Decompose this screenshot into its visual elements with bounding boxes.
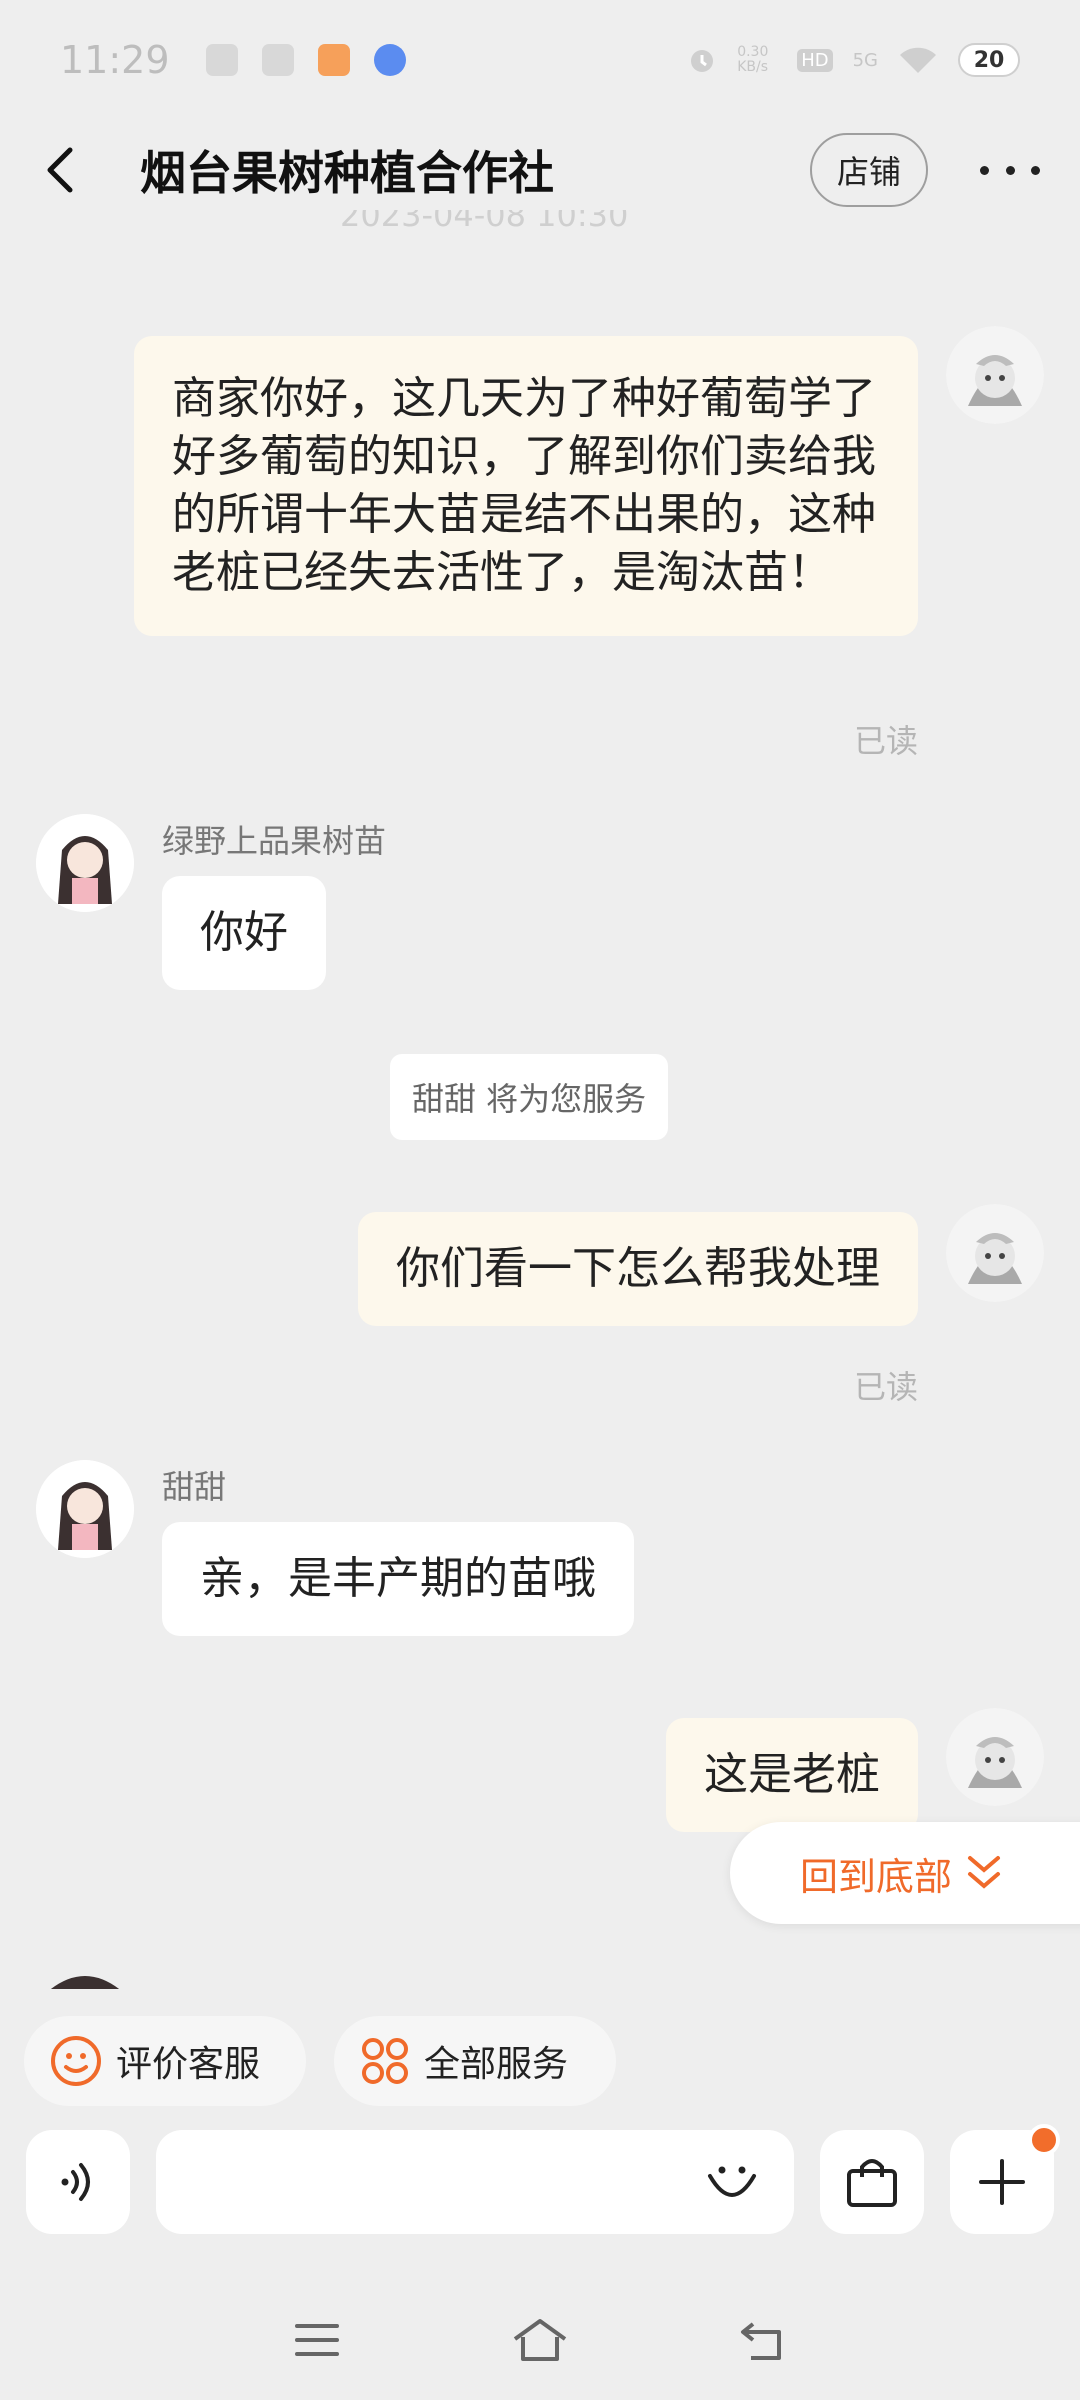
back-arrow-icon[interactable] — [40, 146, 80, 194]
read-status: 已读 — [853, 1368, 918, 1406]
service-avatar[interactable] — [36, 1460, 134, 1558]
my-avatar[interactable] — [946, 326, 1044, 424]
nav-bar: 烟台果树种植合作社 店铺 — [0, 120, 1080, 220]
mail-icon — [261, 44, 294, 76]
next-message-peek — [0, 1965, 1080, 1989]
timestamp-partial: 2023-04-08 10:30 — [340, 210, 629, 234]
taobao-icon — [317, 44, 350, 76]
notification-dot — [1028, 2124, 1060, 2156]
battery-indicator: 20 — [958, 43, 1020, 77]
status-app-icons — [205, 44, 406, 76]
back-to-bottom-button[interactable]: 回到底部 — [730, 1822, 1080, 1924]
wifi-icon — [900, 47, 936, 73]
wechat-icon — [205, 44, 238, 76]
message-input[interactable] — [156, 2130, 794, 2234]
status-bar: 11:29 0.30 KB/s HD 5G 20 — [0, 0, 1080, 120]
page-title: 烟台果树种植合作社 — [140, 146, 554, 200]
alarm-icon — [691, 50, 714, 72]
back-to-bottom-label: 回到底部 — [800, 1854, 953, 1899]
grid-icon — [362, 2038, 408, 2084]
other-message-bubble[interactable]: 亲，是丰产期的苗哦 — [162, 1522, 634, 1636]
system-nav-bar — [0, 2280, 1080, 2400]
merchant-avatar[interactable] — [36, 814, 134, 912]
other-message-bubble[interactable]: 你好 — [162, 876, 326, 990]
message-text: 这是老桩 — [704, 1749, 880, 1800]
my-message-bubble[interactable]: 商家你好，这几天为了种好葡萄学了好多葡萄的知识，了解到你们卖给我的所谓十年大苗是… — [134, 336, 918, 636]
read-status: 已读 — [853, 722, 918, 760]
sender-name: 绿野上品果树苗 — [162, 822, 387, 860]
rate-service-label: 评价客服 — [116, 2044, 261, 2085]
home-icon[interactable] — [511, 2317, 569, 2363]
message-text: 你们看一下怎么帮我处理 — [396, 1243, 880, 1294]
my-message-bubble[interactable]: 你们看一下怎么帮我处理 — [358, 1212, 918, 1326]
browser-icon — [373, 44, 406, 76]
message-text: 亲，是丰产期的苗哦 — [200, 1553, 596, 1604]
my-message-bubble[interactable]: 这是老桩 — [666, 1718, 918, 1832]
input-row — [0, 2124, 1080, 2238]
double-chevron-down-icon — [968, 1856, 1001, 1889]
message-text: 你好 — [200, 907, 288, 958]
more-tools-button[interactable] — [950, 2124, 1060, 2234]
all-services-label: 全部服务 — [424, 2044, 569, 2085]
my-avatar[interactable] — [946, 1708, 1044, 1806]
sender-name: 甜甜 — [162, 1468, 227, 1506]
net-speed: 0.30 KB/s — [737, 44, 769, 75]
voice-icon — [61, 2163, 90, 2201]
voice-button[interactable] — [26, 2130, 130, 2234]
back-icon[interactable] — [739, 2318, 787, 2362]
my-avatar[interactable] — [946, 1204, 1044, 1302]
status-time: 11:29 — [60, 38, 170, 82]
rate-service-chip[interactable]: 评价客服 — [24, 2016, 306, 2106]
menu-icon[interactable] — [293, 2320, 341, 2360]
shopping-bag-icon — [847, 2159, 897, 2207]
more-icon[interactable] — [980, 150, 1040, 190]
shop-button[interactable]: 店铺 — [810, 133, 928, 207]
network-indicator: 5G — [852, 49, 878, 71]
plus-icon — [979, 2159, 1025, 2205]
all-services-chip[interactable]: 全部服务 — [334, 2016, 616, 2106]
order-button[interactable] — [820, 2130, 924, 2234]
message-text: 商家你好，这几天为了种好葡萄学了好多葡萄的知识，了解到你们卖给我的所谓十年大苗是… — [172, 373, 876, 598]
smile-icon — [51, 2036, 101, 2086]
hd-indicator: HD — [797, 48, 833, 72]
system-message-text: 甜甜 将为您服务 — [412, 1080, 647, 1118]
system-message: 甜甜 将为您服务 — [390, 1054, 669, 1140]
emoji-icon[interactable] — [704, 2154, 760, 2210]
